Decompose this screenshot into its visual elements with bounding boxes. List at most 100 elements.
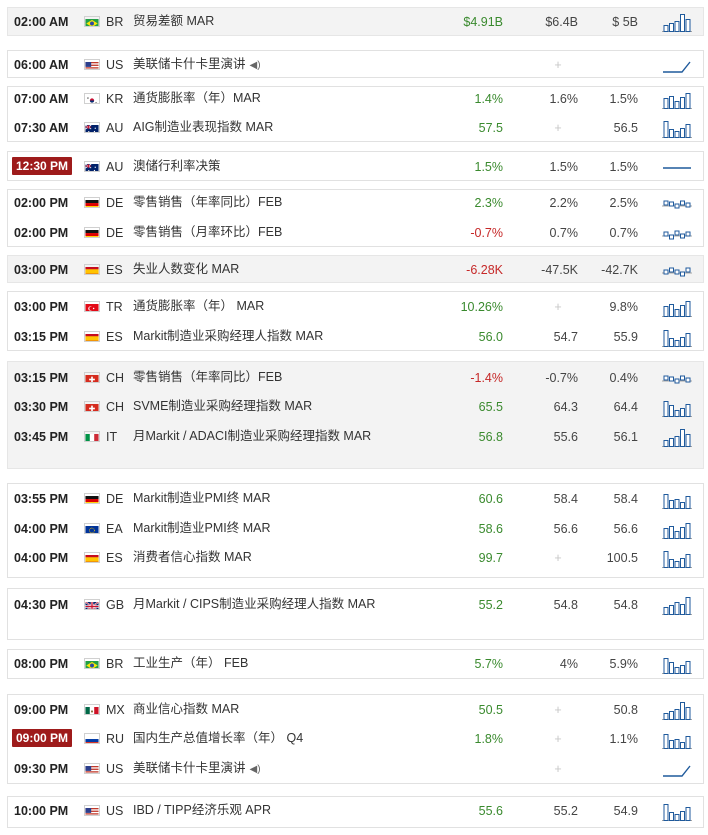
event-name-link[interactable]: 零售销售（年率同比）FEB xyxy=(133,193,403,211)
event-name-link[interactable]: 消费者信心指数 MAR xyxy=(133,548,403,566)
mini-chart-icon[interactable] xyxy=(662,298,692,318)
mini-chart-icon[interactable] xyxy=(662,224,692,244)
mini-chart-icon[interactable] xyxy=(662,730,692,750)
mini-chart-icon[interactable] xyxy=(662,398,692,418)
mini-chart-icon[interactable] xyxy=(662,328,692,348)
event-row[interactable]: 03:00 PM TR 通货膨胀率（年） MAR 10.26% +9.8% xyxy=(8,297,703,318)
mini-chart-icon[interactable] xyxy=(662,194,692,214)
country-code: CH xyxy=(106,371,125,385)
actual-value: 55.2 xyxy=(478,598,503,612)
actual-value: -0.7% xyxy=(470,226,503,240)
mini-chart-icon[interactable] xyxy=(662,490,692,510)
event-time: 03:15 PM xyxy=(14,371,69,385)
flag-de-icon xyxy=(84,493,100,504)
event-name-link[interactable]: IBD / TIPP经济乐观 APR xyxy=(133,801,403,819)
event-row[interactable]: 09:00 PM RU 国内生产总值增长率（年） Q4 1.8% +1.1% xyxy=(8,729,703,750)
previous-value: 50.8 xyxy=(613,703,638,717)
event-row[interactable]: 03:15 PM CH 零售销售（年率同比）FEB -1.4% -0.7% 0.4% xyxy=(8,368,703,389)
event-row[interactable]: 03:15 PM ES Markit制造业采购经理人指数 MAR 56.0 54.7 55… xyxy=(8,327,703,348)
event-name-link[interactable]: 工业生产（年） FEB xyxy=(133,654,403,672)
event-name-link[interactable]: Markit制造业PMI终 MAR xyxy=(133,519,403,537)
previous-value: 54.9 xyxy=(613,804,638,818)
mini-chart-icon[interactable] xyxy=(662,596,692,616)
event-row[interactable]: 02:00 AM BR 贸易差额 MAR $4.91B $6.4B $ 5B xyxy=(8,12,703,33)
event-name-link[interactable]: AIG制造业表现指数 MAR xyxy=(133,118,403,136)
event-row[interactable]: 07:00 AM KR 通货膨胀率（年）MAR 1.4% 1.6% 1.5% xyxy=(8,89,703,110)
event-name-link[interactable]: 月Markit / CIPS制造业采购经理人指数 MAR xyxy=(133,595,403,613)
event-name-link[interactable]: 美联储卡什卡里演讲 ◀) xyxy=(133,759,403,779)
event-row[interactable]: 04:00 PM EA Markit制造业PMI终 MAR 58.6 56.6 56.6 xyxy=(8,519,703,540)
event-row[interactable]: 10:00 PM US IBD / TIPP经济乐观 APR 55.6 55.2 54.9 xyxy=(8,801,703,822)
country-code: ES xyxy=(106,263,123,277)
event-row[interactable]: 03:45 PM IT 月Markit / ADACI制造业采购经理指数 MAR 56… xyxy=(8,427,703,448)
event-row[interactable]: 04:30 PM GB 月Markit / CIPS制造业采购经理人指数 MAR 55… xyxy=(8,595,703,616)
country-code: DE xyxy=(106,492,124,506)
event-row[interactable]: 12:30 PM AU 澳储行利率决策 1.5% 1.5% 1.5% xyxy=(8,157,703,178)
event-group: 02:00 PM DE 零售销售（年率同比）FEB 2.3% 2.2% 2.5% 02:00… xyxy=(7,189,704,247)
actual-value: 65.5 xyxy=(478,400,503,414)
actual-value: 56.8 xyxy=(478,430,503,444)
flag-ru-icon xyxy=(84,733,100,744)
add-forecast-button[interactable]: + xyxy=(523,762,593,776)
event-row[interactable]: 02:00 PM DE 零售销售（年率同比）FEB 2.3% 2.2% 2.5% xyxy=(8,193,703,214)
event-row[interactable]: 03:30 PM CH SVME制造业采购经理指数 MAR 65.5 64.3 64.4 xyxy=(8,397,703,418)
event-row[interactable]: 03:55 PM DE Markit制造业PMI终 MAR 60.6 58.4 58.4 xyxy=(8,489,703,510)
event-group: 02:00 AM BR 贸易差额 MAR $4.91B $6.4B $ 5B xyxy=(7,7,704,36)
event-name-link[interactable]: 零售销售（月率环比）FEB xyxy=(133,223,403,241)
flag-au-icon xyxy=(84,122,100,133)
event-name-link[interactable]: SVME制造业采购经理指数 MAR xyxy=(133,397,403,415)
mini-chart-icon[interactable] xyxy=(662,428,692,448)
event-group: 10:00 PM US IBD / TIPP经济乐观 APR 55.6 55.2 54.9 xyxy=(7,796,704,828)
previous-value: 100.5 xyxy=(606,551,638,565)
event-row[interactable]: 06:00 AM US 美联储卡什卡里演讲 ◀) + xyxy=(8,55,703,76)
event-group: 03:55 PM DE Markit制造业PMI终 MAR 60.6 58.4 58.4 0… xyxy=(7,483,704,578)
mini-chart-icon[interactable] xyxy=(662,13,692,33)
country-code: ES xyxy=(106,330,123,344)
event-name-link[interactable]: 商业信心指数 MAR xyxy=(133,700,403,718)
mini-chart-icon[interactable] xyxy=(662,261,692,281)
mini-chart-icon[interactable] xyxy=(662,655,692,675)
event-group: 06:00 AM US 美联储卡什卡里演讲 ◀) + xyxy=(7,50,704,78)
event-row[interactable]: 08:00 PM BR 工业生产（年） FEB 5.7% 4% 5.9% xyxy=(8,654,703,675)
event-name-link[interactable]: Markit制造业采购经理人指数 MAR xyxy=(133,327,403,345)
event-time: 02:00 PM xyxy=(14,196,69,210)
add-forecast-button[interactable]: + xyxy=(523,58,593,72)
event-row[interactable]: 03:00 PM ES 失业人数变化 MAR -6.28K -47.5K -42.7K xyxy=(8,260,703,281)
previous-value: 1.1% xyxy=(609,732,639,746)
country-code: MX xyxy=(106,703,125,717)
actual-value: 56.0 xyxy=(478,330,503,344)
previous-value: 0.4% xyxy=(609,371,639,385)
mini-chart-icon[interactable] xyxy=(662,520,692,540)
previous-value: 55.9 xyxy=(613,330,638,344)
flag-br-icon xyxy=(84,658,100,669)
event-row[interactable]: 09:00 PM MX 商业信心指数 MAR 50.5 +50.8 xyxy=(8,700,703,721)
event-time: 09:00 PM xyxy=(14,703,69,717)
event-name-link[interactable]: 贸易差额 MAR xyxy=(133,12,403,30)
country-code: RU xyxy=(106,732,125,746)
event-name-link[interactable]: 国内生产总值增长率（年） Q4 xyxy=(133,729,403,747)
event-name-link[interactable]: 失业人数变化 MAR xyxy=(133,260,403,278)
event-name-link[interactable]: Markit制造业PMI终 MAR xyxy=(133,489,403,507)
mini-chart-icon[interactable] xyxy=(662,158,692,178)
mini-chart-icon[interactable] xyxy=(662,549,692,569)
mini-chart-icon[interactable] xyxy=(662,369,692,389)
event-row[interactable]: 07:30 AM AU AIG制造业表现指数 MAR 57.5 +56.5 xyxy=(8,118,703,139)
event-row[interactable]: 09:30 PM US 美联储卡什卡里演讲 ◀) + xyxy=(8,759,703,780)
mini-chart-icon[interactable] xyxy=(662,56,692,76)
event-name-link[interactable]: 美联储卡什卡里演讲 ◀) xyxy=(133,55,403,75)
event-group: 03:15 PM CH 零售销售（年率同比）FEB -1.4% -0.7% 0.4% 03:… xyxy=(7,361,704,469)
event-name-link[interactable]: 通货膨胀率（年）MAR xyxy=(133,89,403,107)
event-row[interactable]: 04:00 PM ES 消费者信心指数 MAR 99.7 +100.5 xyxy=(8,548,703,569)
event-row[interactable]: 02:00 PM DE 零售销售（月率环比）FEB -0.7% 0.7% 0.7% xyxy=(8,223,703,244)
event-name-link[interactable]: 通货膨胀率（年） MAR xyxy=(133,297,403,315)
event-name-link[interactable]: 澳储行利率决策 xyxy=(133,157,403,175)
event-group: 09:00 PM MX 商业信心指数 MAR 50.5 +50.8 09:00 PM RU 国… xyxy=(7,694,704,784)
event-name-link[interactable]: 月Markit / ADACI制造业采购经理指数 MAR xyxy=(133,427,403,445)
mini-chart-icon[interactable] xyxy=(662,802,692,822)
mini-chart-icon[interactable] xyxy=(662,701,692,721)
mini-chart-icon[interactable] xyxy=(662,119,692,139)
event-name-link[interactable]: 零售销售（年率同比）FEB xyxy=(133,368,403,386)
mini-chart-icon[interactable] xyxy=(662,760,692,780)
mini-chart-icon[interactable] xyxy=(662,90,692,110)
country-code: EA xyxy=(106,522,123,536)
